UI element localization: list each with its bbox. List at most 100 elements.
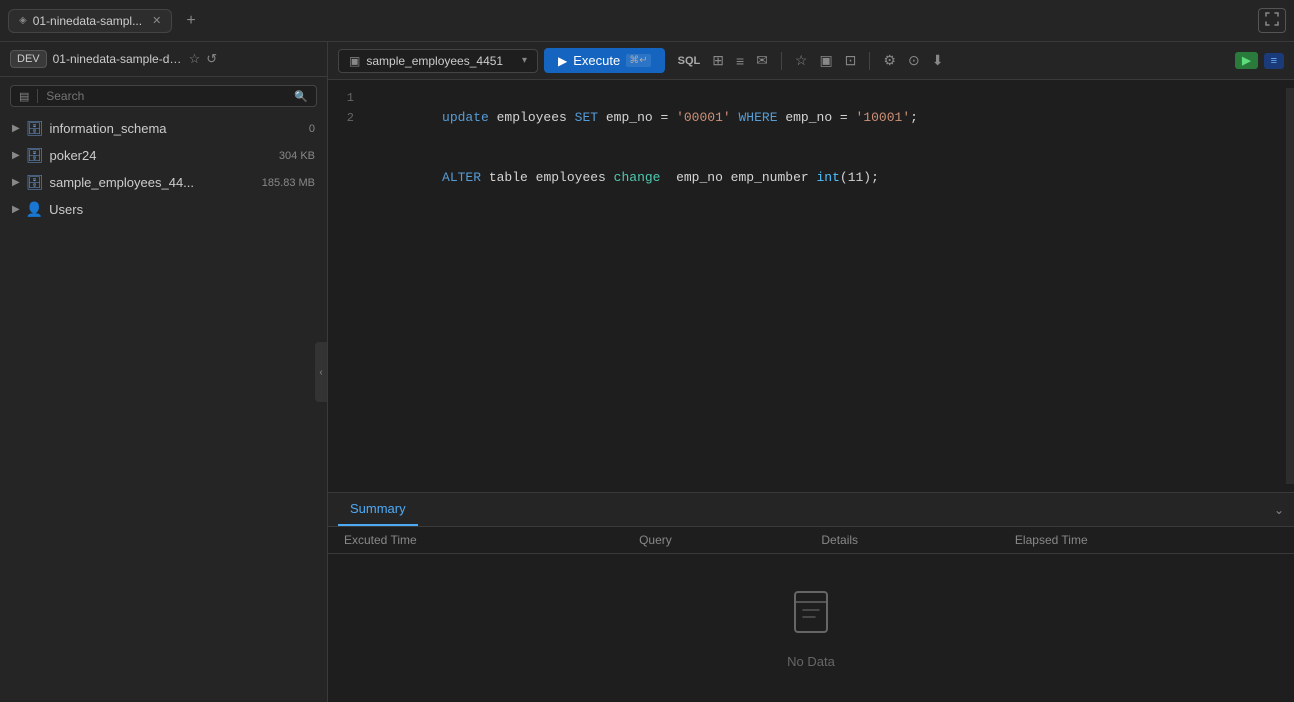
filter-icon: ▤ xyxy=(19,90,29,103)
refresh-icon[interactable]: ↺ xyxy=(206,51,217,67)
format-icon[interactable]: ⊞ xyxy=(709,49,727,72)
no-data-area: No Data xyxy=(328,554,1294,702)
toolbar-right-icons: ▶ ≡ xyxy=(1235,52,1284,69)
kw-where: WHERE xyxy=(739,110,778,125)
play-icon: ▶ xyxy=(558,54,567,68)
toolbar-icons: SQL ⊞ ≡ ✉ ☆ ▣ ⊡ xyxy=(675,49,860,72)
result-table: Excuted Time Query Details Elapsed Time xyxy=(328,527,1294,554)
kw-int: int xyxy=(817,170,840,185)
db-icon: 🗄 xyxy=(26,147,44,164)
line-number-1: 1 xyxy=(328,88,354,108)
tree-size: 185.83 MB xyxy=(262,177,315,189)
tab-label: 01-ninedata-sampl... xyxy=(33,14,142,28)
search-input[interactable] xyxy=(46,89,289,103)
code-line-1: update employees SET emp_no = '00001' WH… xyxy=(364,88,1286,148)
no-data-icon xyxy=(787,588,835,646)
env-badge: DEV xyxy=(10,50,47,68)
tree-item-poker24[interactable]: ▶ 🗄 poker24 304 KB xyxy=(0,142,327,169)
title-bar: ◈ 01-ninedata-sampl... ✕ + xyxy=(0,0,1294,42)
kw-emp-fields: emp_no emp_number xyxy=(660,170,816,185)
kw-employees: employees xyxy=(536,170,606,185)
user-icon: 👤 xyxy=(26,201,43,218)
tab-summary-label: Summary xyxy=(350,501,406,516)
execute-label: Execute xyxy=(573,53,620,68)
db-selector[interactable]: ▣ sample_employees_4451 ▾ xyxy=(338,49,538,73)
line-number-2: 2 xyxy=(328,108,354,128)
no-data-text: No Data xyxy=(787,654,835,669)
kw-change: change xyxy=(606,170,661,185)
fullscreen-button[interactable] xyxy=(1258,8,1286,33)
tree-label: information_schema xyxy=(49,121,302,136)
settings-icon[interactable]: ⚙ xyxy=(880,49,899,72)
connection-breadcrumb: 01-ninedata-sample-data... xyxy=(53,52,183,66)
col-query: Query xyxy=(623,527,805,554)
sidebar: DEV 01-ninedata-sample-data... ☆ ↺ ▤ 🔍 ▶… xyxy=(0,42,328,702)
db-selector-icon: ▣ xyxy=(349,54,360,68)
kw-update: update xyxy=(442,110,489,125)
chevron-right-icon: ▶ xyxy=(12,204,20,215)
db-selector-label: sample_employees_4451 xyxy=(366,54,503,68)
toolbar-separator xyxy=(781,52,782,70)
dropdown-arrow-icon: ▾ xyxy=(522,55,527,66)
editor-toolbar: ▣ sample_employees_4451 ▾ ▶ Execute ⌘↵ S… xyxy=(328,42,1294,80)
tree-item-sample-employees[interactable]: ▶ 🗄 sample_employees_44... 185.83 MB xyxy=(0,169,327,196)
table-icon[interactable]: ≡ xyxy=(733,50,747,72)
star-icon[interactable]: ☆ xyxy=(792,49,811,72)
bottom-tabs: Summary ⌄ xyxy=(328,493,1294,527)
chevron-right-icon: ▶ xyxy=(12,150,20,161)
download-icon[interactable]: ⬇ xyxy=(929,49,947,72)
add-tab-button[interactable]: + xyxy=(180,10,201,32)
env-label: DEV xyxy=(17,53,40,65)
user-circle-icon[interactable]: ⊙ xyxy=(905,49,923,72)
sidebar-header: DEV 01-ninedata-sample-data... ☆ ↺ xyxy=(0,42,327,77)
tab-icon: ◈ xyxy=(19,15,27,26)
main-tab[interactable]: ◈ 01-ninedata-sampl... ✕ xyxy=(8,9,172,33)
code-line-2: ALTER table employees change emp_no emp_… xyxy=(364,148,1286,208)
db-icon: 🗄 xyxy=(26,174,44,191)
tab-close-button[interactable]: ✕ xyxy=(152,14,161,27)
sidebar-collapse-handle[interactable]: ‹ xyxy=(315,342,327,402)
search-icon: 🔍 xyxy=(294,90,308,103)
right-panel: ▣ sample_employees_4451 ▾ ▶ Execute ⌘↵ S… xyxy=(328,42,1294,702)
line-numbers: 1 2 xyxy=(328,88,364,484)
grid-icon[interactable]: ▣ xyxy=(816,49,835,72)
col-excuted-time: Excuted Time xyxy=(328,527,623,554)
code-lines[interactable]: update employees SET emp_no = '00001' WH… xyxy=(364,88,1286,484)
editor-area[interactable]: 1 2 update employees SET emp_no = '00001… xyxy=(328,80,1294,492)
tree-count: 0 xyxy=(309,123,315,135)
str-00001: '00001' xyxy=(676,110,731,125)
kw-alter: ALTER xyxy=(442,170,481,185)
tree-label: Users xyxy=(49,202,315,217)
tree-label: poker24 xyxy=(49,148,272,163)
editor-scrollbar[interactable] xyxy=(1286,88,1294,484)
table-header-row: Excuted Time Query Details Elapsed Time xyxy=(328,527,1294,554)
tree-label: sample_employees_44... xyxy=(49,175,255,190)
kw-int-size: (11); xyxy=(840,170,879,185)
kw-space2 xyxy=(731,110,739,125)
tree-size: 304 KB xyxy=(279,150,315,162)
kw-space: employees xyxy=(489,110,575,125)
main-layout: DEV 01-ninedata-sample-data... ☆ ↺ ▤ 🔍 ▶… xyxy=(0,42,1294,702)
semicolon-1: ; xyxy=(910,110,918,125)
bottom-panel: Summary ⌄ Excuted Time Query Details Ela… xyxy=(328,492,1294,702)
search-container: ▤ 🔍 xyxy=(0,77,327,115)
chevron-right-icon: ▶ xyxy=(12,123,20,134)
star-icon[interactable]: ☆ xyxy=(189,51,201,67)
mail-icon[interactable]: ✉ xyxy=(753,49,771,72)
kw-emp-no: emp_no = xyxy=(598,110,676,125)
sql-icon[interactable]: SQL xyxy=(675,52,704,70)
execute-shortcut: ⌘↵ xyxy=(626,54,650,67)
blue-badge: ≡ xyxy=(1264,53,1284,69)
kw-table: table xyxy=(481,170,536,185)
green-badge: ▶ xyxy=(1235,52,1257,69)
tree-item-users[interactable]: ▶ 👤 Users xyxy=(0,196,327,223)
search-box[interactable]: ▤ 🔍 xyxy=(10,85,317,107)
col-elapsed-time: Elapsed Time xyxy=(999,527,1294,554)
execute-button[interactable]: ▶ Execute ⌘↵ xyxy=(544,48,665,73)
tab-summary[interactable]: Summary xyxy=(338,493,418,526)
toolbar-separator-2 xyxy=(869,52,870,70)
tree-item-information-schema[interactable]: ▶ 🗄 information_schema 0 xyxy=(0,115,327,142)
db-icon: 🗄 xyxy=(26,120,44,137)
layout-icon[interactable]: ⊡ xyxy=(842,49,860,72)
chevron-down-icon[interactable]: ⌄ xyxy=(1274,503,1284,517)
